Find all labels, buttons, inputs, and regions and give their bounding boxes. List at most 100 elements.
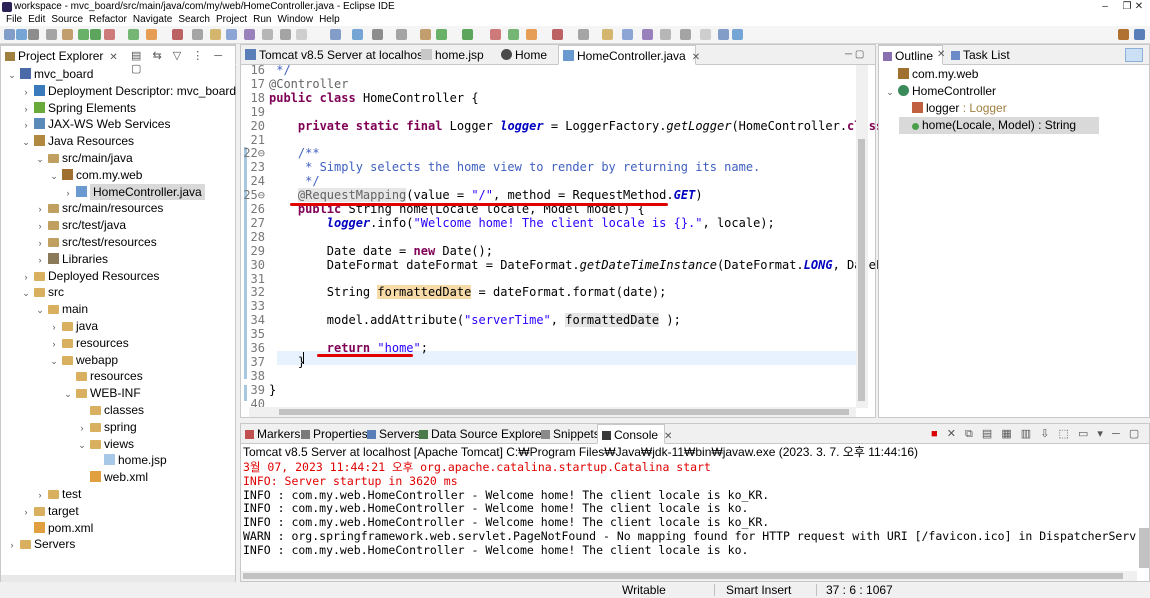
menu-run[interactable]: Run xyxy=(253,14,271,26)
tab-homecontroller-java[interactable]: HomeController.java ✕ xyxy=(558,45,700,65)
outline-item[interactable]: home(Locale, Model) : String xyxy=(899,117,1099,134)
tree-item[interactable]: › Spring Elements xyxy=(21,100,137,118)
debug-icon[interactable] xyxy=(78,29,89,40)
chevron-right-icon[interactable]: › xyxy=(7,537,17,554)
code-line[interactable]: DateFormat dateFormat = DateFormat.getDa… xyxy=(269,258,912,272)
chevron-down-icon[interactable]: ⌄ xyxy=(885,84,895,101)
tree-item[interactable]: › src/test/resources xyxy=(35,234,157,251)
chevron-down-icon[interactable]: ⌄ xyxy=(49,353,59,370)
tree-item[interactable]: › test xyxy=(35,486,82,504)
close-icon[interactable]: ✕ xyxy=(692,52,700,63)
chevron-right-icon[interactable]: › xyxy=(35,218,45,235)
chevron-right-icon[interactable]: › xyxy=(35,252,45,269)
search-icon[interactable] xyxy=(262,29,273,40)
save-icon[interactable] xyxy=(732,29,743,40)
view-toolbar-icons[interactable]: ▤ ⇆ ▽ ⋮ ─ ▢ xyxy=(131,49,235,75)
new-class-icon[interactable] xyxy=(622,29,633,40)
toggle-icon[interactable] xyxy=(420,29,431,40)
chevron-down-icon[interactable]: ⌄ xyxy=(49,168,59,185)
tree-item[interactable]: › src/test/java xyxy=(35,217,127,235)
tree-item[interactable]: ⌄ src/main/java xyxy=(35,150,132,168)
save-icon[interactable] xyxy=(352,29,363,40)
chevron-right-icon[interactable]: › xyxy=(21,504,31,521)
build-icon[interactable] xyxy=(146,29,157,40)
code-line[interactable]: @RequestMapping(value = "/", method = Re… xyxy=(269,188,703,203)
code-line[interactable]: Date date = new Date(); xyxy=(269,244,493,258)
new-server-icon[interactable] xyxy=(552,29,563,40)
java-ee-perspective-icon[interactable] xyxy=(1118,29,1129,40)
new-package-icon[interactable] xyxy=(210,29,221,40)
minimize-button[interactable]: – xyxy=(1094,0,1116,14)
tree-item[interactable]: › Deployed Resources xyxy=(21,268,160,286)
print-icon[interactable] xyxy=(396,29,407,40)
explorer-hscroll[interactable] xyxy=(1,575,235,582)
console-vscroll-thumb[interactable] xyxy=(1139,528,1149,568)
chevron-right-icon[interactable]: › xyxy=(21,269,31,286)
open-type-icon[interactable] xyxy=(642,29,653,40)
menu-source[interactable]: Source xyxy=(51,14,83,26)
menu-window[interactable]: Window xyxy=(277,14,313,26)
menu-refactor[interactable]: Refactor xyxy=(89,14,127,26)
tree-item[interactable]: › src/main/resources xyxy=(35,200,164,217)
save-all-icon[interactable] xyxy=(28,29,39,40)
console-hscroll[interactable] xyxy=(241,571,1137,581)
build-icon[interactable] xyxy=(526,29,537,40)
chevron-down-icon[interactable]: ⌄ xyxy=(35,302,45,319)
chevron-down-icon[interactable]: ⌄ xyxy=(35,151,45,168)
tree-item[interactable]: ⌄ webapp xyxy=(49,352,118,369)
run-icon[interactable] xyxy=(90,29,101,40)
code-line[interactable]: } xyxy=(269,355,305,369)
new-class-icon[interactable] xyxy=(226,29,237,40)
tab-task-list[interactable]: Task List xyxy=(947,45,1017,65)
tree-item[interactable]: › java xyxy=(49,318,99,335)
editor-vscroll-thumb[interactable] xyxy=(858,139,865,401)
code-line[interactable]: model.addAttribute("serverTime", formatt… xyxy=(269,313,681,328)
tree-item[interactable]: ⌄ Java Resources xyxy=(21,133,134,150)
outline-item[interactable]: logger : Logger xyxy=(899,100,1007,117)
forward-icon[interactable] xyxy=(296,29,307,40)
chevron-right-icon[interactable]: › xyxy=(35,235,45,252)
stop-server-icon[interactable] xyxy=(490,29,501,40)
new-package-icon[interactable] xyxy=(602,29,613,40)
tree-item[interactable]: ⌄ views xyxy=(77,436,134,453)
editor-min-max-icons[interactable]: ─ ▢ xyxy=(845,49,864,60)
editor-vscroll[interactable] xyxy=(856,65,868,408)
tree-item[interactable]: ⌄ src xyxy=(21,284,64,301)
new-java-project-icon[interactable] xyxy=(192,29,203,40)
code-line[interactable]: */ xyxy=(269,63,290,77)
debug-icon[interactable] xyxy=(436,29,447,40)
tree-item[interactable]: ⌄ com.my.web xyxy=(49,167,142,184)
tab-tomcat-server[interactable]: Tomcat v8.5 Server at localhost xyxy=(241,45,426,65)
tab-markers[interactable]: Markers xyxy=(241,424,300,444)
outline-maximize-icon[interactable] xyxy=(1125,48,1143,62)
console-toolbar-icons[interactable]: ■ ✕ ⧉ ▤ ▦ ▥ ⇩ ⬚ ▭ ▾ ─ ▢ xyxy=(931,427,1142,441)
code-line[interactable]: @Controller xyxy=(269,77,348,91)
print-icon[interactable] xyxy=(46,29,57,40)
close-icon[interactable]: ✕ xyxy=(664,431,672,442)
tree-item[interactable]: resources xyxy=(63,368,143,385)
new-icon[interactable] xyxy=(718,29,729,40)
menu-project[interactable]: Project xyxy=(216,14,247,26)
back-icon[interactable] xyxy=(680,29,691,40)
tab-console[interactable]: Console ✕ xyxy=(597,424,672,444)
code-line[interactable]: } xyxy=(269,383,276,397)
tree-item[interactable]: ⌄ mvc_board xyxy=(7,66,93,83)
tree-item[interactable]: › Servers xyxy=(7,536,76,554)
new-java-project-icon[interactable] xyxy=(578,29,589,40)
chevron-down-icon[interactable]: ⌄ xyxy=(7,67,17,84)
code-line[interactable]: String formattedDate = dateFormat.format… xyxy=(269,285,666,300)
status-insert-mode[interactable]: Smart Insert xyxy=(726,582,791,598)
run-icon[interactable] xyxy=(462,29,473,40)
code-line[interactable]: * Simply selects the home view to render… xyxy=(269,160,760,174)
chevron-down-icon[interactable]: ⌄ xyxy=(63,386,73,403)
save-all-icon[interactable] xyxy=(372,29,383,40)
code-line[interactable]: logger.info("Welcome home! The client lo… xyxy=(269,216,775,230)
chevron-right-icon[interactable]: › xyxy=(21,84,31,101)
menu-edit[interactable]: Edit xyxy=(28,14,45,26)
chevron-right-icon[interactable]: › xyxy=(21,101,31,118)
tree-item[interactable]: › Libraries xyxy=(35,251,109,269)
chevron-down-icon[interactable]: ⌄ xyxy=(21,134,31,151)
code-line[interactable]: /** xyxy=(269,146,320,160)
close-icon[interactable]: ✕ xyxy=(109,52,117,63)
chevron-right-icon[interactable]: › xyxy=(35,487,45,504)
